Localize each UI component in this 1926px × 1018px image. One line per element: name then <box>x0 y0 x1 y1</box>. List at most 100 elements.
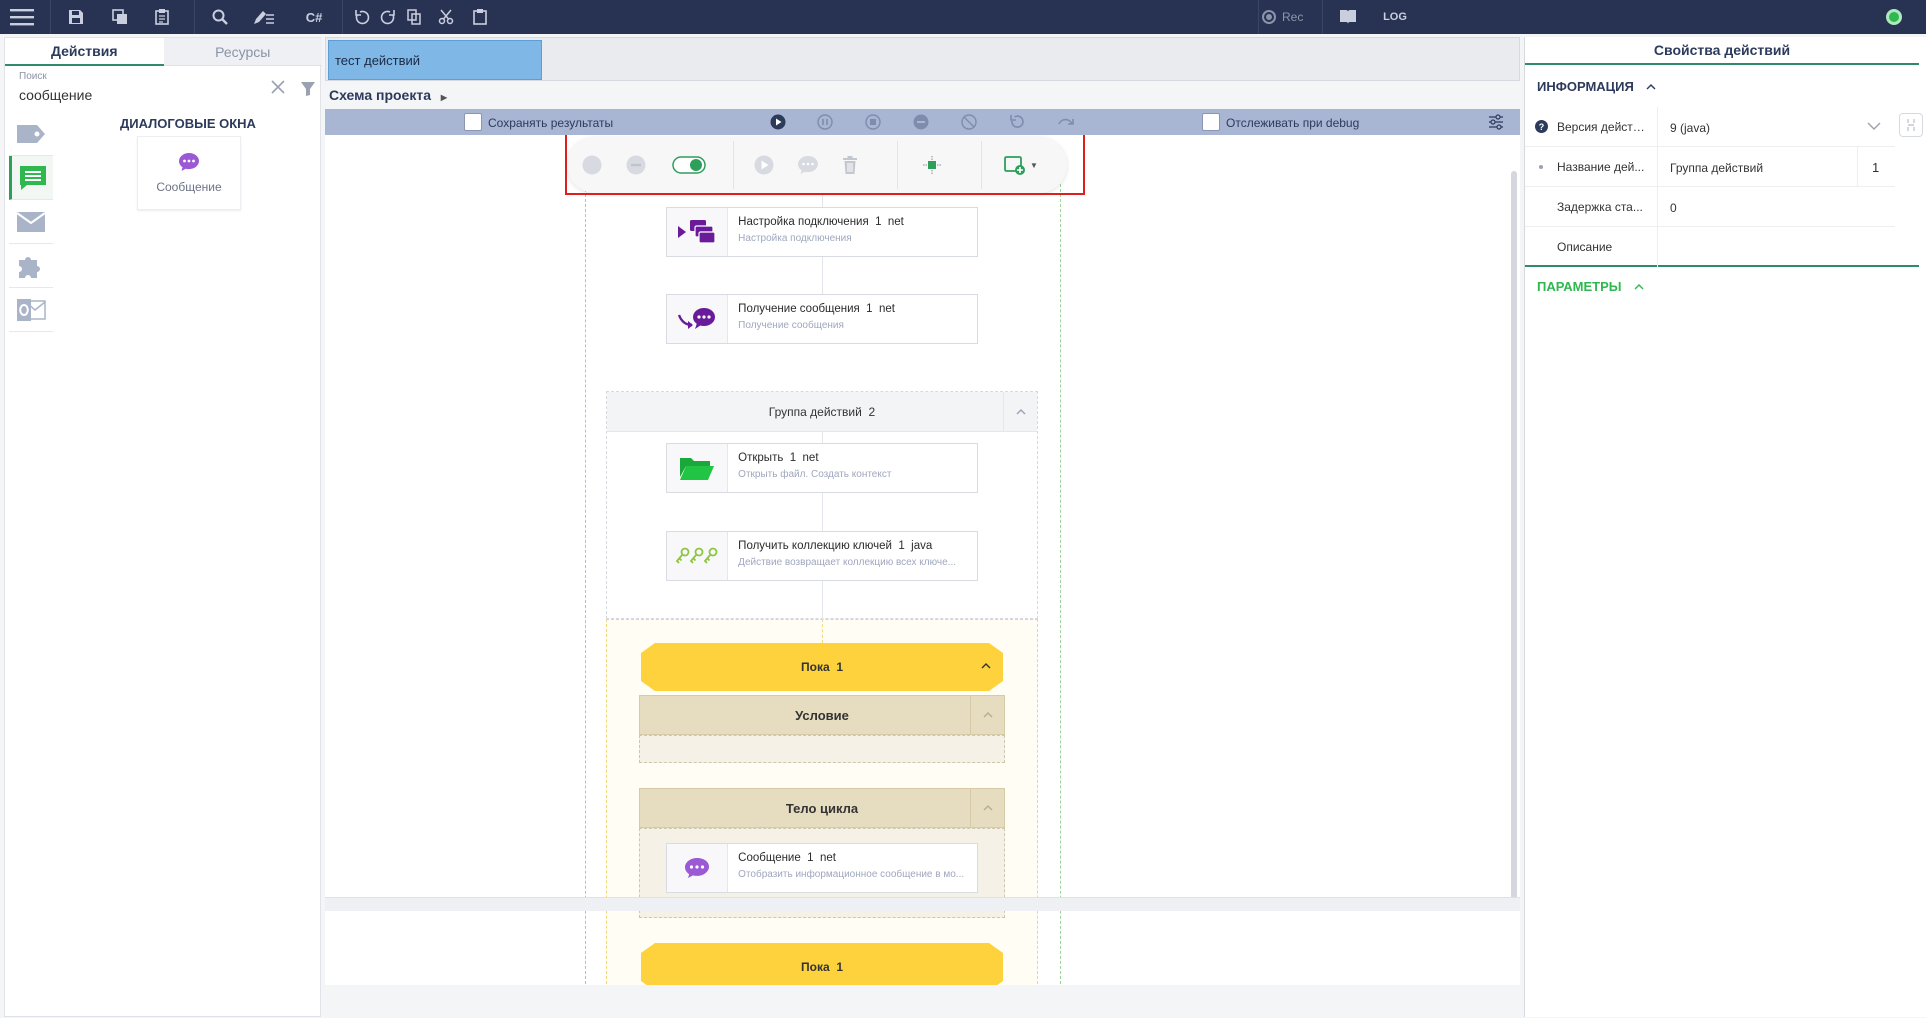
folder-open-icon <box>667 444 729 492</box>
run-icon[interactable] <box>770 114 786 130</box>
category-bar <box>9 112 53 370</box>
group-header[interactable]: Группа действий 2 <box>607 392 1037 432</box>
group-title: Группа действий <box>768 404 862 419</box>
save-icon[interactable] <box>64 6 88 28</box>
loop-footer-title: Пока <box>801 960 830 974</box>
chevron-up-icon[interactable] <box>1003 392 1037 432</box>
vertical-scrollbar[interactable] <box>1511 171 1517 911</box>
loop-footer-count: 1 <box>836 960 843 974</box>
redo-icon[interactable] <box>376 6 400 28</box>
action-node-get-keys[interactable]: Получить коллекцию ключей 1 java Действи… <box>666 531 978 581</box>
rerun-icon[interactable] <box>1009 114 1025 130</box>
edit-list-icon[interactable] <box>252 6 276 28</box>
loop-footer[interactable]: Пока 1 <box>641 943 1003 985</box>
delay-input[interactable]: 0 <box>1657 187 1893 227</box>
disable-icon[interactable] <box>913 114 929 130</box>
condition-body[interactable] <box>639 735 1005 763</box>
search-label: Поиск <box>19 71 47 82</box>
horizontal-scrollbar[interactable] <box>325 897 1520 911</box>
paste-icon[interactable] <box>468 6 492 28</box>
description-input[interactable] <box>1657 227 1893 267</box>
action-node-message[interactable]: Сообщение 1 net Отобразить информационно… <box>666 843 978 893</box>
clear-search-icon[interactable] <box>271 80 285 94</box>
csharp-button[interactable]: C# <box>302 6 326 28</box>
track-debug-label: Отслеживать при debug <box>1226 116 1360 130</box>
loop-body-label: Тело цикла <box>785 800 859 816</box>
record-label: Rec <box>1282 10 1304 24</box>
category-extensions[interactable] <box>9 244 53 288</box>
category-heading: ДИАЛОГОВЫЕ ОКНА <box>120 116 256 131</box>
chevron-up-icon[interactable] <box>981 663 991 669</box>
top-toolbar: C# Rec LOG <box>0 0 1926 34</box>
loop-body-header[interactable]: Тело цикла <box>639 788 1005 828</box>
node-subtitle: Получение сообщения <box>738 320 844 331</box>
chevron-up-icon <box>1646 83 1656 90</box>
stop-icon[interactable] <box>865 114 881 130</box>
settings-sliders-icon[interactable] <box>1488 114 1504 130</box>
track-debug-checkbox[interactable] <box>1202 113 1220 131</box>
loop-count: 1 <box>836 660 843 674</box>
search-icon[interactable] <box>208 6 232 28</box>
menu-icon[interactable] <box>10 6 34 28</box>
tab-actions[interactable]: Действия <box>5 38 164 66</box>
clipboard-icon[interactable] <box>150 6 174 28</box>
palette-item-label: Сообщение <box>156 180 222 194</box>
connection-settings-icon <box>667 208 729 256</box>
category-outlook[interactable] <box>9 288 53 332</box>
category-dialogs[interactable] <box>9 156 53 200</box>
params-section-header[interactable]: ПАРАМЕТРЫ <box>1537 279 1644 294</box>
book-icon[interactable] <box>1336 6 1360 28</box>
log-button[interactable]: LOG <box>1378 6 1412 28</box>
category-mail[interactable] <box>9 200 53 244</box>
node-title: Получить коллекцию ключей 1 java <box>738 540 933 552</box>
chevron-up-icon[interactable] <box>970 696 1004 734</box>
node-title: Сообщение 1 net <box>738 852 836 864</box>
property-label: Задержка ста... <box>1557 200 1643 214</box>
document-tabs: тест действий <box>325 37 1520 81</box>
node-title: Открыть 1 net <box>738 452 819 464</box>
chat-bubble-icon <box>178 152 200 172</box>
search-input[interactable] <box>19 86 269 104</box>
block-icon[interactable] <box>961 114 977 130</box>
action-node-connection-settings[interactable]: Настройка подключения 1 net Настройка по… <box>666 207 978 257</box>
loop-header[interactable]: Пока 1 <box>641 643 1003 691</box>
link-icon[interactable] <box>1899 113 1923 137</box>
version-select[interactable]: 9 (java) <box>1657 107 1893 147</box>
breadcrumb[interactable]: Схема проекта ▶ <box>329 87 447 103</box>
undo-icon[interactable] <box>350 6 374 28</box>
condition-label: Условие <box>795 707 849 723</box>
puzzle-icon <box>17 252 45 280</box>
chevron-up-icon[interactable] <box>970 789 1004 827</box>
editor-area: тест действий Схема проекта ▶ Сохранять … <box>325 37 1522 1017</box>
filter-icon[interactable] <box>301 82 315 96</box>
params-section-label: ПАРАМЕТРЫ <box>1537 279 1622 294</box>
tab-resources[interactable]: Ресурсы <box>163 38 322 66</box>
status-indicator-icon <box>1882 6 1906 28</box>
record-button[interactable]: Rec <box>1262 6 1320 28</box>
name-input[interactable]: Группа действий <box>1657 147 1857 187</box>
node-subtitle: Действие возвращает коллекцию всех ключе… <box>738 557 957 568</box>
copy-icon[interactable] <box>402 6 426 28</box>
save-results-checkbox[interactable] <box>464 113 482 131</box>
pause-icon[interactable] <box>817 114 833 130</box>
tab-test-actions[interactable]: тест действий <box>328 40 542 80</box>
chevron-up-icon <box>1634 283 1644 290</box>
property-row-description: Описание <box>1525 227 1919 267</box>
palette-item-message[interactable]: Сообщение <box>137 136 241 210</box>
property-row-name: Название дей... Группа действий 1 <box>1525 147 1895 187</box>
property-label: Версия действ... <box>1557 120 1649 134</box>
breadcrumb-label: Схема проекта <box>329 87 431 103</box>
step-over-icon[interactable] <box>1057 114 1074 130</box>
tag-icon <box>16 124 46 144</box>
category-tags[interactable] <box>9 112 53 156</box>
info-section-header[interactable]: ИНФОРМАЦИЯ <box>1537 79 1656 94</box>
info-section-label: ИНФОРМАЦИЯ <box>1537 79 1634 94</box>
record-icon <box>1262 10 1276 24</box>
action-node-open[interactable]: Открыть 1 net Открыть файл. Создать конт… <box>666 443 978 493</box>
save-all-icon[interactable] <box>108 6 132 28</box>
workflow-canvas[interactable]: Настройка подключения 1 net Настройка по… <box>325 135 1520 985</box>
node-title: Получение сообщения 1 net <box>738 303 895 315</box>
action-node-receive-message[interactable]: Получение сообщения 1 net Получение сооб… <box>666 294 978 344</box>
loop-condition-header[interactable]: Условие <box>639 695 1005 735</box>
cut-icon[interactable] <box>434 6 458 28</box>
